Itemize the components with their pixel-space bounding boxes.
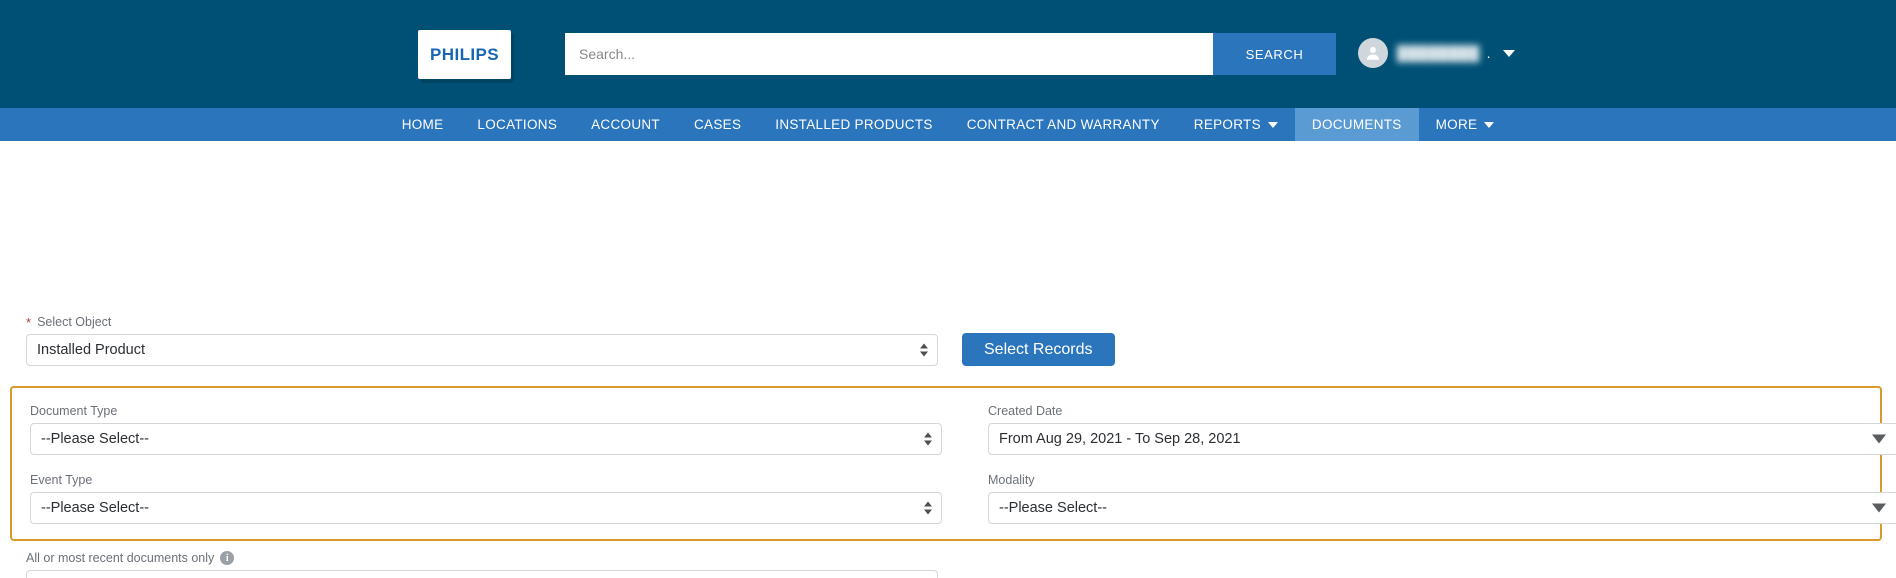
created-date-control: From Aug 29, 2021 - To Sep 28, 2021 [988,423,1896,455]
event-type-dropdown[interactable]: --Please Select-- [30,492,942,524]
event-type-field: Event Type --Please Select-- [30,473,942,524]
nav-item-locations[interactable]: LOCATIONS [460,108,574,141]
event-type-label: Event Type [30,473,942,487]
documents-scope-dropdown[interactable]: Last version of each document only [26,570,938,578]
nav-item-account[interactable]: ACCOUNT [574,108,677,141]
nav-label: MORE [1436,117,1478,132]
nav-label: ACCOUNT [591,117,660,132]
document-type-field: Document Type --Please Select-- [30,404,942,455]
nav-item-home[interactable]: HOME [385,108,461,141]
nav-item-reports[interactable]: REPORTS [1177,108,1295,141]
search-button[interactable]: SEARCH [1213,33,1336,75]
info-icon[interactable]: i [220,551,234,565]
documents-scope-label-text: All or most recent documents only [26,551,214,565]
documents-scope-field: All or most recent documents only i Last… [26,551,938,578]
required-marker: * [26,316,31,329]
created-date-field: Created Date From Aug 29, 2021 - To Sep … [988,404,1896,455]
select-object-field: * Select Object Installed Product [26,315,938,366]
documents-scope-control: Last version of each document only [26,570,938,578]
documents-scope-label: All or most recent documents only i [26,551,938,565]
modality-label: Modality [988,473,1896,487]
document-type-control: --Please Select-- [30,423,942,455]
document-type-label: Document Type [30,404,942,418]
nav-label: CASES [694,117,741,132]
global-search: SEARCH [565,33,1336,75]
select-object-label-text: Select Object [37,315,111,329]
nav-label: INSTALLED PRODUCTS [775,117,932,132]
nav-item-more[interactable]: MORE [1419,108,1512,141]
top-header: PHILIPS SEARCH ████████ . [0,0,1896,108]
document-type-dropdown[interactable]: --Please Select-- [30,423,942,455]
select-object-control: Installed Product [26,334,938,366]
select-object-label: * Select Object [26,315,938,329]
philips-logo-text: PHILIPS [430,45,499,65]
person-avatar-icon [1358,38,1388,68]
user-name-label: ████████ [1397,45,1480,61]
nav-item-contract-and-warranty[interactable]: CONTRACT AND WARRANTY [950,108,1177,141]
nav-label: LOCATIONS [477,117,557,132]
nav-item-cases[interactable]: CASES [677,108,758,141]
modality-dropdown[interactable]: --Please Select-- [988,492,1896,524]
nav-item-installed-products[interactable]: INSTALLED PRODUCTS [758,108,949,141]
philips-logo[interactable]: PHILIPS [418,30,511,79]
nav-label: REPORTS [1194,117,1261,132]
select-object-row: * Select Object Installed Product Select… [26,315,1115,366]
nav-item-documents[interactable]: DOCUMENTS [1295,108,1419,141]
chevron-down-icon [1484,122,1494,128]
chevron-down-icon[interactable] [1503,50,1515,57]
event-type-control: --Please Select-- [30,492,942,524]
select-object-dropdown[interactable]: Installed Product [26,334,938,366]
user-name-separator: . [1487,45,1491,61]
modality-field: Modality --Please Select-- [988,473,1896,524]
search-input[interactable] [565,33,1213,75]
filter-panel: Document Type --Please Select-- Created … [10,386,1882,541]
nav-label: HOME [402,117,444,132]
main-navigation: HOME LOCATIONS ACCOUNT CASES INSTALLED P… [0,108,1896,141]
user-menu[interactable]: ████████ . [1358,38,1515,68]
chevron-down-icon [1268,122,1278,128]
created-date-dropdown[interactable]: From Aug 29, 2021 - To Sep 28, 2021 [988,423,1896,455]
select-records-button[interactable]: Select Records [962,333,1115,366]
nav-label: CONTRACT AND WARRANTY [967,117,1160,132]
nav-label: DOCUMENTS [1312,117,1402,132]
created-date-label: Created Date [988,404,1896,418]
modality-control: --Please Select-- [988,492,1896,524]
